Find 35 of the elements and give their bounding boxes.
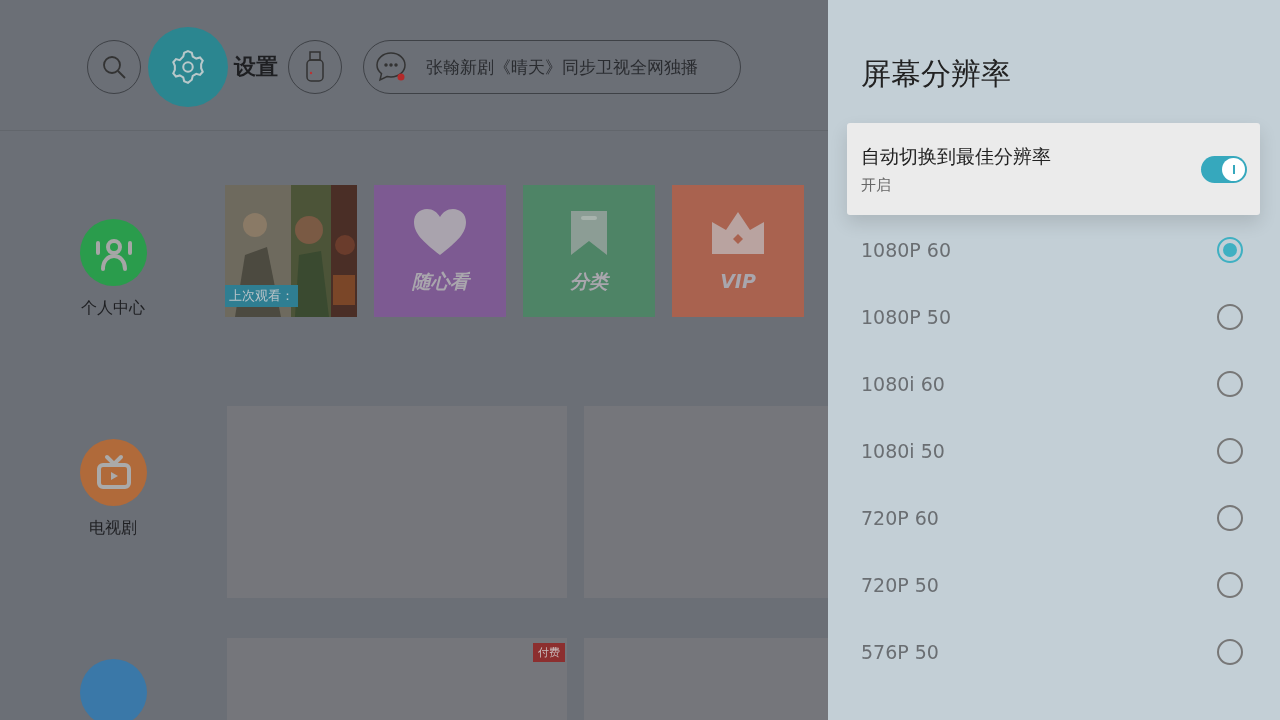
category-tile[interactable]: VIP: [672, 185, 804, 317]
message-icon: [374, 50, 408, 84]
resolution-option[interactable]: 576P 50: [861, 640, 939, 663]
settings-label: 设置: [234, 53, 278, 81]
resolution-option[interactable]: 1080P 60: [861, 238, 952, 261]
nav-label[interactable]: 电视剧: [88, 518, 137, 539]
resolution-option[interactable]: 720P 60: [861, 506, 939, 529]
auto-resolution-label: 自动切换到最佳分辨率: [861, 143, 1051, 169]
auto-resolution-row[interactable]: 自动切换到最佳分辨率 开启: [847, 123, 1260, 215]
radio-button[interactable]: [1217, 571, 1243, 598]
radio-button[interactable]: [1217, 303, 1243, 330]
radio-button[interactable]: [1217, 437, 1243, 464]
toggle-switch[interactable]: [1201, 155, 1247, 183]
recent-label: 上次观看：: [225, 285, 298, 307]
category-tile[interactable]: 随心看: [374, 185, 506, 317]
resolution-option[interactable]: 1080i 60: [861, 372, 945, 395]
panel-title: 屏幕分辨率: [861, 55, 1012, 93]
heart-icon: [412, 207, 468, 257]
resolution-option[interactable]: 1080i 50: [861, 439, 945, 462]
radio-button[interactable]: [1217, 504, 1243, 531]
resolution-option[interactable]: 720P 50: [861, 573, 939, 596]
usb-drive-icon: [305, 51, 325, 83]
settings-icon: [169, 48, 207, 86]
paid-badge: 付费: [533, 643, 565, 662]
radio-button[interactable]: [1217, 638, 1243, 665]
search-icon: [101, 54, 127, 80]
category-tile[interactable]: 分类: [523, 185, 655, 317]
nav-label[interactable]: 个人中心: [80, 298, 145, 319]
auto-resolution-status: 开启: [861, 175, 892, 195]
radio-button[interactable]: [1217, 236, 1243, 263]
news-headline: 张翰新剧《晴天》同步卫视全网独播: [426, 55, 698, 79]
content-card[interactable]: 付费: [227, 638, 567, 720]
recent-tile[interactable]: 上次观看：: [225, 185, 357, 317]
resolution-option[interactable]: 1080P 50: [861, 305, 952, 328]
radio-button[interactable]: [1217, 370, 1243, 397]
